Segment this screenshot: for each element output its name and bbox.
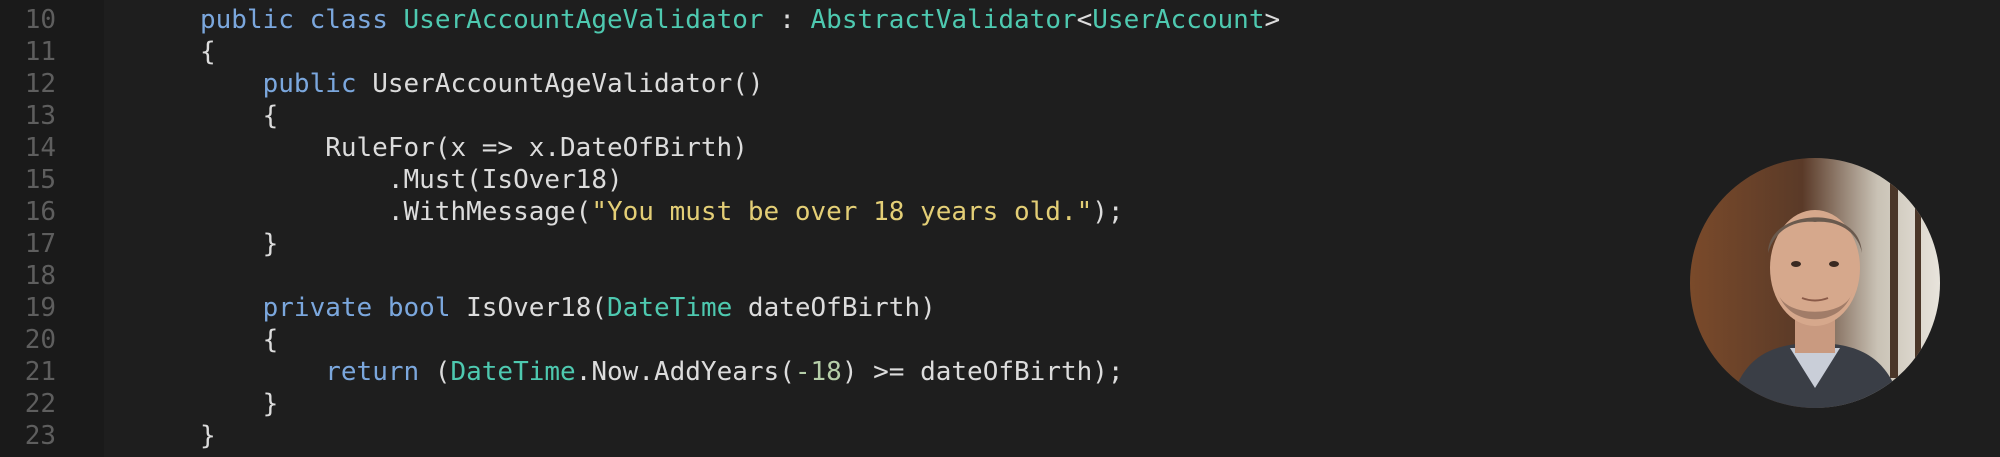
code-token: IsOver18(: [450, 293, 608, 323]
code-token: >: [1264, 5, 1281, 35]
code-token: <: [1076, 5, 1093, 35]
code-token: dateOfBirth): [732, 293, 936, 323]
code-token: :: [763, 5, 811, 35]
code-token: {: [200, 325, 279, 355]
code-token: }: [200, 389, 279, 419]
code-text: private bool IsOver18(DateTime dateOfBir…: [200, 292, 936, 324]
line-number: 12: [24, 69, 56, 99]
code-token: private: [262, 293, 373, 323]
code-token: UserAccountAgeValidator(): [356, 69, 764, 99]
code-text: }: [200, 420, 216, 452]
code-token: .Must(IsOver18): [200, 165, 623, 195]
line-number: 17: [24, 229, 56, 259]
line-number: 10: [24, 5, 56, 35]
code-token: UserAccount: [1092, 5, 1265, 35]
code-token: class: [309, 5, 388, 35]
code-text: {: [200, 100, 279, 132]
code-token: }: [200, 229, 279, 259]
line-number: 18: [24, 261, 56, 291]
code-token: bool: [387, 293, 451, 323]
code-token: {: [200, 101, 279, 131]
code-text: public UserAccountAgeValidator(): [200, 68, 764, 100]
code-text: .Must(IsOver18): [200, 164, 623, 196]
line-number: 19: [24, 293, 56, 323]
code-area[interactable]: 10 public class UserAccountAgeValidator :…: [0, 0, 1650, 457]
code-text: {: [200, 324, 279, 356]
code-token: .Now.AddYears(: [575, 357, 795, 387]
code-token: .WithMessage(: [200, 197, 592, 227]
code-token: {: [200, 37, 216, 67]
code-token: public: [262, 69, 357, 99]
code-token: );: [1092, 197, 1124, 227]
code-token: RuleFor(x => x.DateOfBirth): [200, 133, 748, 163]
line-number: 22: [24, 389, 56, 419]
code-text: .WithMessage("You must be over 18 years …: [200, 196, 1124, 228]
code-token: public: [200, 5, 294, 35]
line-number: 21: [24, 357, 56, 387]
code-text: }: [200, 228, 279, 260]
code-token: DateTime: [607, 293, 733, 323]
code-token: return: [325, 357, 420, 387]
code-token: (: [419, 357, 451, 387]
line-number: 11: [24, 37, 56, 67]
line-number: 16: [24, 197, 56, 227]
code-token: ) >= dateOfBirth);: [841, 357, 1124, 387]
code-text: return (DateTime.Now.AddYears(-18) >= da…: [200, 356, 1124, 388]
presenter-avatar: [1690, 158, 1940, 408]
code-token: "You must be over 18 years old.": [591, 197, 1093, 227]
code-text: RuleFor(x => x.DateOfBirth): [200, 132, 748, 164]
line-number: 20: [24, 325, 56, 355]
code-token: -18: [794, 357, 842, 387]
code-token: DateTime: [450, 357, 576, 387]
line-number: 15: [24, 165, 56, 195]
code-text: }: [200, 388, 279, 420]
code-token: AbstractValidator: [810, 5, 1077, 35]
code-token: }: [200, 421, 216, 451]
presenter-photo-icon: [1690, 158, 1940, 408]
code-text: public class UserAccountAgeValidator : A…: [200, 4, 1280, 36]
line-number: 14: [24, 133, 56, 163]
code-editor: 10 public class UserAccountAgeValidator :…: [0, 0, 2000, 457]
line-number: 23: [24, 421, 56, 451]
code-token: UserAccountAgeValidator: [403, 5, 764, 35]
code-text: {: [200, 36, 216, 68]
line-number: 13: [24, 101, 56, 131]
